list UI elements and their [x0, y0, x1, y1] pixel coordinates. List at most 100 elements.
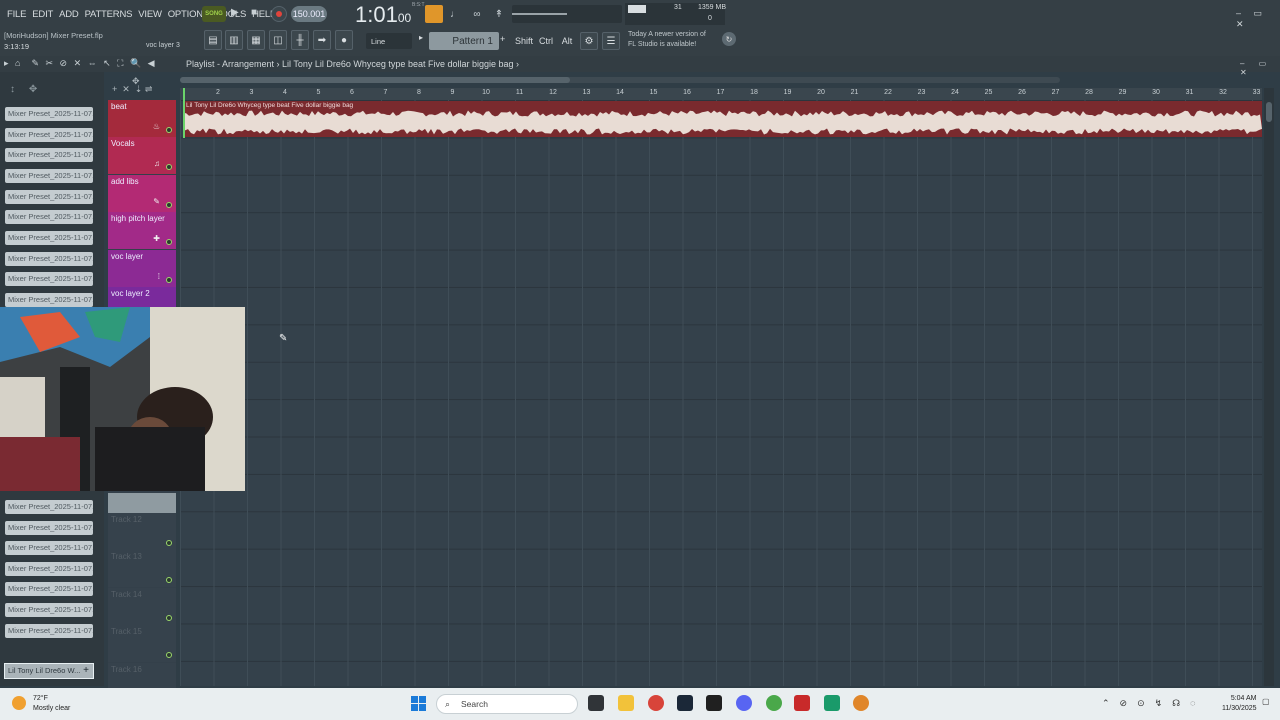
preset-item[interactable]: Mixer Preset_2025-11-07... — [5, 231, 93, 245]
preset-item[interactable]: Mixer Preset_2025-11-07... — [5, 293, 93, 307]
track-header[interactable]: voc layer ⁞ — [108, 249, 176, 287]
playlist-grid[interactable] — [180, 100, 1262, 686]
track-mute-toggle[interactable] — [166, 577, 172, 584]
system-tray-icons[interactable]: ⌃⊘⊙↯☊◌ — [1102, 698, 1206, 709]
browser-icon[interactable]: ◫ — [269, 30, 287, 50]
track-header-empty[interactable]: Track 13 — [108, 550, 176, 588]
track-header[interactable]: add libs ✎ — [108, 174, 176, 212]
track-mute-toggle[interactable] — [166, 164, 172, 171]
preset-item[interactable]: Mixer Preset_2025-11-07... — [5, 272, 93, 286]
playlist-window-controls[interactable]: – ▭ ✕ — [1240, 59, 1280, 77]
metronome-icon[interactable]: ♩ — [446, 5, 464, 23]
track-header[interactable]: high pitch layer ✚ — [108, 212, 176, 250]
master-pitch-slider[interactable] — [512, 5, 622, 23]
zoom-icon[interactable]: ✥ — [132, 76, 140, 87]
track-header[interactable]: beat ♨ — [108, 100, 176, 137]
preset-item[interactable]: Mixer Preset_2025-11-07... — [5, 521, 93, 535]
preset-item[interactable]: Mixer Preset_2025-11-07... — [5, 562, 93, 576]
add-icon[interactable]: + — [83, 664, 89, 678]
track-mute-toggle[interactable] — [166, 239, 172, 246]
preset-item[interactable]: Mixer Preset_2025-11-07... — [5, 252, 93, 266]
microphone-icon[interactable]: ● — [335, 30, 353, 50]
track-header-empty[interactable]: Track 14 — [108, 587, 176, 625]
weather-widget[interactable]: 72°F Mostly clear — [33, 694, 70, 714]
mixer-icon[interactable]: ╫ — [291, 30, 309, 50]
menu-view[interactable]: VIEW — [135, 9, 164, 20]
track-header-empty[interactable]: Track 12 — [108, 513, 176, 550]
menu-patterns[interactable]: PATTERNS — [82, 9, 136, 20]
horizontal-scrollbar[interactable] — [180, 77, 1060, 83]
pattern-prev-icon[interactable]: ▸ — [419, 33, 429, 49]
stop-icon[interactable]: ■ — [251, 7, 263, 21]
preset-item[interactable]: Mixer Preset_2025-11-07... — [5, 582, 93, 596]
preset-item[interactable]: Mixer Preset_2025-11-07... — [5, 500, 93, 514]
menu-file[interactable]: FILE — [4, 9, 29, 20]
preset-item[interactable]: Mixer Preset_2025-11-07... — [5, 107, 93, 121]
playlist-tools-icons[interactable]: ▸ ⌂ ✎ ✂ ⊘ ✕ ⇔ ↖ ⛶ 🔍 ◀ — [4, 58, 157, 69]
vertical-scrollbar[interactable] — [1264, 88, 1274, 686]
channel-rack-icon[interactable]: ▦ — [247, 30, 265, 50]
loop-record-icon[interactable]: ∞ — [468, 5, 486, 23]
track-mute-toggle[interactable] — [166, 540, 172, 546]
track-header[interactable]: Vocals ♫ — [108, 137, 176, 175]
typing-keyboard-icon[interactable] — [425, 5, 443, 23]
ruler-tick-label: 21 — [850, 89, 859, 96]
task-view-icon[interactable] — [588, 695, 604, 711]
preset-item[interactable]: Mixer Preset_2025-11-07... — [5, 603, 93, 617]
fl-studio-icon[interactable] — [853, 695, 869, 711]
ctrl-key-button[interactable]: Ctrl — [536, 32, 556, 50]
preset-item[interactable]: Mixer Preset_2025-11-07... — [5, 128, 93, 142]
wait-input-icon[interactable]: ↟ — [490, 5, 508, 23]
record-icon[interactable] — [271, 6, 287, 22]
piano-roll-icon[interactable]: ▥ — [225, 30, 243, 50]
hint-text: voc layer 3 — [146, 42, 180, 49]
playlist-view-icon[interactable]: ▤ — [204, 30, 222, 50]
song-mode-button[interactable]: SONG — [202, 6, 226, 22]
track-mute-toggle[interactable] — [166, 614, 172, 621]
preset-item[interactable]: Mixer Preset_2025-11-07... — [5, 148, 93, 162]
track-mute-toggle[interactable] — [166, 652, 172, 659]
preset-item[interactable]: Mixer Preset_2025-11-07... — [5, 210, 93, 224]
preset-item[interactable]: Mixer Preset_2025-11-07... — [5, 190, 93, 204]
terminal-icon[interactable] — [706, 695, 722, 711]
playhead[interactable] — [183, 88, 185, 138]
track-mute-toggle[interactable] — [166, 127, 172, 133]
track-mute-toggle[interactable] — [166, 201, 172, 208]
track-header-empty[interactable]: Track 15 — [108, 625, 176, 663]
menu-edit[interactable]: EDIT — [29, 9, 56, 20]
track-header-selected[interactable] — [108, 493, 176, 513]
app-icon[interactable] — [794, 695, 810, 711]
notification-icon[interactable]: ▢ — [1262, 697, 1272, 709]
spreadsheet-icon[interactable] — [824, 695, 840, 711]
chrome-profile-icon[interactable] — [766, 695, 782, 711]
windows-start-icon[interactable] — [411, 696, 426, 711]
chrome-icon[interactable] — [648, 695, 664, 711]
time-display[interactable]: 1:0100 — [355, 2, 415, 27]
weather-icon[interactable] — [12, 696, 26, 710]
file-explorer-icon[interactable] — [618, 695, 634, 711]
track-mute-toggle[interactable] — [166, 276, 172, 283]
news-icon[interactable]: ☰ — [602, 32, 620, 50]
pattern-selector[interactable]: Pattern 1 — [429, 32, 499, 50]
update-icon[interactable]: ↻ — [722, 32, 736, 46]
play-icon[interactable]: ▶ — [231, 7, 243, 21]
add-pattern-icon[interactable]: + — [500, 34, 505, 44]
window-controls[interactable]: – ▭ ✕ — [1236, 8, 1280, 30]
selected-clip-item[interactable]: Lil Tony Lil Dre6o W... + — [4, 663, 94, 679]
ruler-tick-label: 17 — [716, 89, 725, 96]
preset-item[interactable]: Mixer Preset_2025-11-07... — [5, 541, 93, 555]
plugin-icon[interactable]: ➡ — [313, 30, 331, 50]
taskbar-clock[interactable]: 5:04 AM 11/30/2025 — [1222, 694, 1257, 714]
preset-item[interactable]: Mixer Preset_2025-11-07... — [5, 169, 93, 183]
taskbar-search[interactable]: Search ⌕ — [436, 694, 578, 714]
shift-key-button[interactable]: Shift — [513, 32, 535, 50]
browser-nav-icons[interactable]: ↕ ✥ — [10, 84, 37, 95]
discord-icon[interactable] — [736, 695, 752, 711]
snap-select[interactable]: Line — [366, 33, 412, 49]
alt-key-button[interactable]: Alt — [558, 32, 576, 50]
tempo-display[interactable]: 150.001 — [291, 6, 327, 22]
preset-item[interactable]: Mixer Preset_2025-11-07... — [5, 624, 93, 638]
menu-add[interactable]: ADD — [56, 9, 81, 20]
gear-icon[interactable]: ⚙ — [580, 32, 598, 50]
steam-icon[interactable] — [677, 695, 693, 711]
